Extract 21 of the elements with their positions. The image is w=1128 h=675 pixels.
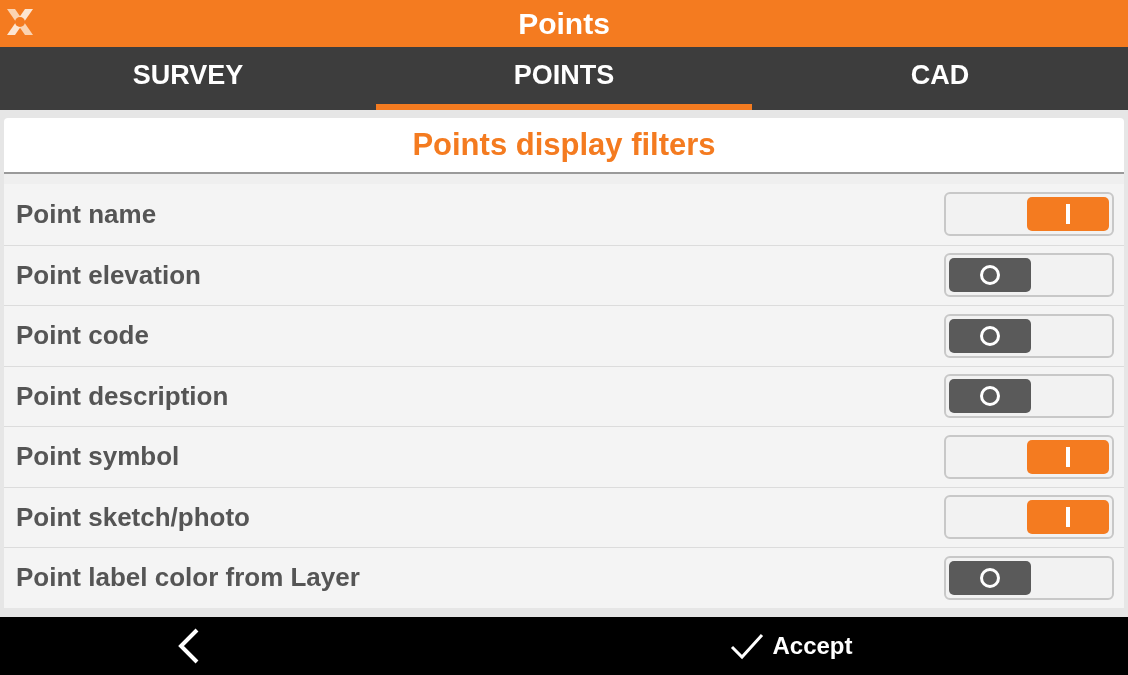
toggle-switch[interactable]	[944, 434, 1114, 479]
window-title: Points	[518, 6, 610, 42]
toggle-switch[interactable]	[944, 555, 1114, 600]
check-icon	[730, 632, 765, 660]
toggle-switch[interactable]	[944, 495, 1114, 540]
filter-label: Point sketch/photo	[16, 500, 250, 534]
toggle-switch[interactable]	[944, 253, 1114, 298]
tab[interactable]: CAD	[752, 47, 1128, 110]
toggle-switch[interactable]	[944, 192, 1114, 237]
toggle-switch[interactable]	[944, 313, 1114, 358]
toggle-switch[interactable]	[944, 374, 1114, 419]
filter-label: Point name	[16, 197, 157, 231]
accept-button[interactable]: Accept	[730, 628, 853, 664]
filter-label: Point code	[16, 319, 149, 353]
section-title: Points display filters	[412, 125, 716, 164]
filter-label: Point description	[16, 379, 229, 413]
filter-label: Point symbol	[16, 440, 180, 474]
filter-label: Point label color from Layer	[16, 561, 360, 595]
filter-label: Point elevation	[16, 258, 201, 292]
tab[interactable]: SURVEY	[0, 47, 376, 110]
tab[interactable]: POINTS	[376, 47, 752, 110]
